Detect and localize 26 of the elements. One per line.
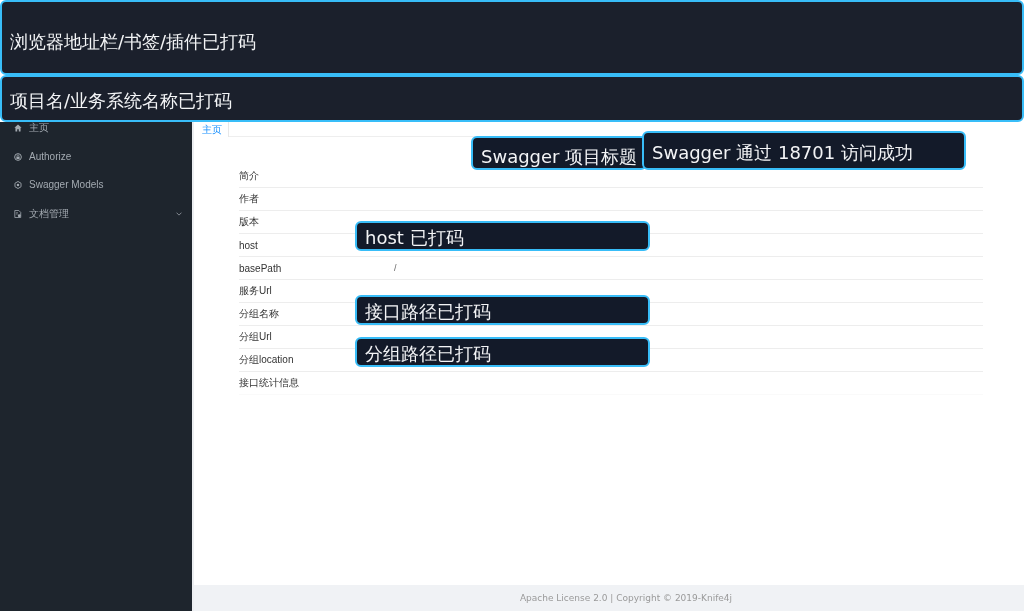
info-label: host: [239, 239, 258, 251]
annotation-label: 接口路径已打码: [355, 295, 650, 325]
info-label: 版本: [239, 215, 259, 229]
info-value: /: [394, 263, 397, 273]
home-icon: [14, 124, 22, 133]
info-label: 分组Url: [239, 330, 272, 344]
sidebar-item[interactable]: 主页: [0, 122, 192, 135]
info-label: basePath: [239, 262, 282, 274]
lock-icon: [14, 152, 22, 161]
redaction-banner: 浏览器地址栏/书签/插件已打码: [0, 0, 1024, 75]
info-label: 分组location: [239, 353, 294, 367]
info-label: 接口统计信息: [239, 376, 299, 390]
info-label: 简介: [239, 169, 259, 183]
info-label: 服务Url: [239, 284, 272, 298]
gear-icon: [14, 181, 22, 190]
annotation-label: 分组路径已打码: [355, 337, 650, 367]
document-icon: [14, 209, 22, 218]
redaction-banner: 项目名/业务系统名称已打码: [0, 75, 1024, 122]
annotation-label: host 已打码: [355, 221, 650, 251]
sidebar-item[interactable]: Authorize: [0, 150, 192, 163]
footer-text: Apache License 2.0 | Copyright © 2019-Knife4j: [519, 593, 733, 603]
sidebar-item[interactable]: 文档管理: [0, 207, 192, 220]
annotation-label: Swagger 通过 18701 访问成功: [642, 131, 966, 170]
info-label: 分组名称: [239, 307, 279, 321]
sidebar-item[interactable]: Swagger Models: [0, 179, 192, 192]
info-label: 作者: [239, 192, 259, 206]
